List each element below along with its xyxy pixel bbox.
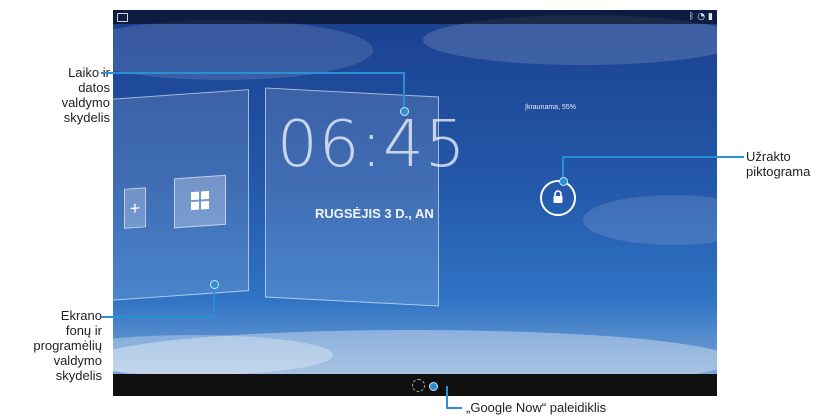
google-now-callout-dot (429, 382, 438, 391)
callout-line-2: datos (78, 80, 110, 95)
google-now-callout-line-h (446, 407, 462, 409)
status-bar: ᛒ ◔ ▮ (113, 10, 717, 24)
apps-grid-icon (191, 190, 209, 211)
clock-callout-line-h (101, 72, 404, 74)
wallpaper-callout-line-v (213, 284, 215, 318)
callout-line-1: Ekrano (60, 308, 102, 323)
google-now-callout: „Google Now“ paleidiklis (466, 400, 607, 415)
clock-callout-line-v (403, 72, 405, 110)
lock-icon[interactable] (540, 180, 576, 216)
callout-line-3: valdymo (61, 95, 110, 110)
callout-line-3: programėlių (33, 338, 102, 353)
wallpaper-apps-callout: Ekrano fonų ir programėlių valdymo skyde… (6, 308, 102, 383)
picture-icon (117, 13, 128, 22)
google-now-callout-line-v (446, 386, 448, 408)
wallpaper-callout-line-h (101, 316, 215, 318)
lock-callout-line-h (562, 156, 744, 158)
navigation-bar (113, 374, 717, 396)
callout-line-1: Užrakto (746, 149, 791, 164)
lock-icon-callout: Užrakto piktograma (746, 149, 828, 179)
wallpaper-callout-dot (210, 280, 219, 289)
callout-line-4: skydelis (63, 110, 110, 125)
callout-line-1: Laiko ir (68, 65, 110, 80)
clock-time: 06:45 (277, 108, 467, 182)
apps-tile[interactable] (174, 174, 226, 229)
battery-icon: ▮ (708, 12, 713, 22)
google-now-launcher-icon[interactable] (412, 379, 425, 392)
callout-line-2: fonų ir (65, 323, 102, 338)
tablet-lock-screen: ᛒ ◔ ▮ + 06:45 RUGSĖJIS 3 D., AN Įkraunam… (113, 10, 717, 396)
callout-line-5: skydelis (55, 368, 102, 383)
clock-callout-dot (400, 107, 409, 116)
lock-callout-dot (559, 177, 568, 186)
status-icons: ᛒ ◔ ▮ (689, 12, 713, 22)
clock-date: RUGSĖJIS 3 D., AN (315, 206, 434, 221)
wifi-icon: ◔ (697, 12, 706, 22)
bluetooth-icon: ᛒ (688, 12, 695, 22)
clock-widget-callout: Laiko ir datos valdymo skydelis (14, 65, 110, 125)
add-widget-button[interactable]: + (124, 187, 146, 229)
callout-line-2: piktograma (746, 164, 811, 179)
wallpaper-apps-widget-panel[interactable]: + (113, 89, 249, 301)
charging-status: Įkraunama, 55% (525, 104, 576, 111)
callout-line-4: valdymo (53, 353, 102, 368)
